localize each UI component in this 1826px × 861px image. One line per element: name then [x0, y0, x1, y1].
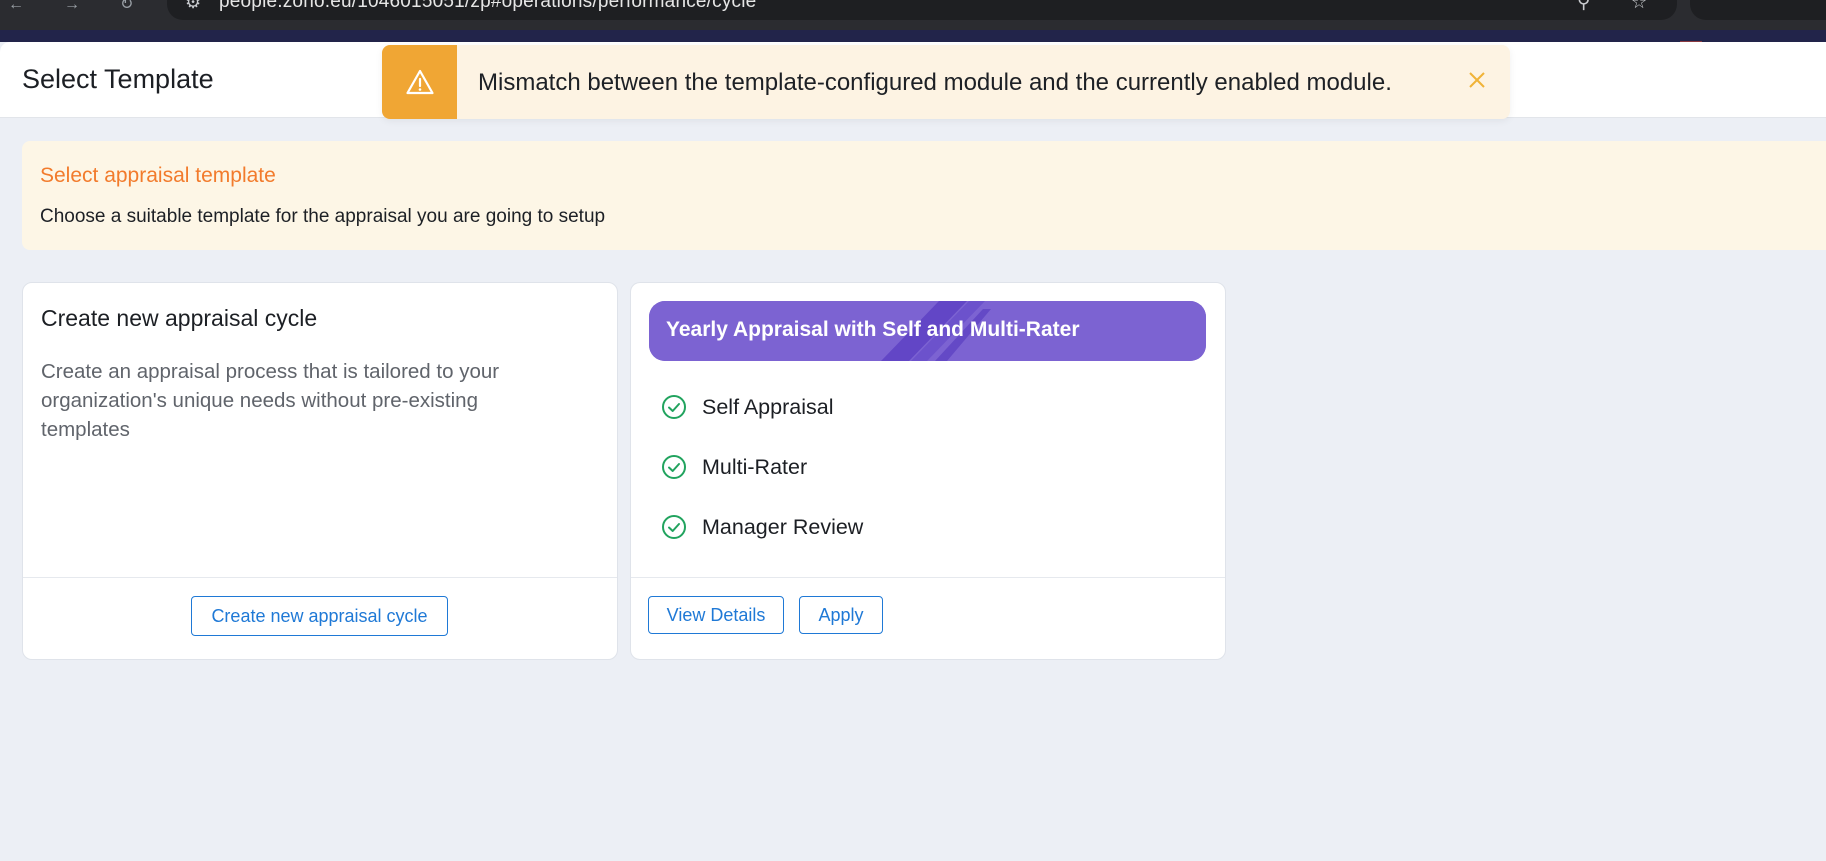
- feature-item: Self Appraisal: [661, 393, 863, 453]
- template-name: Yearly Appraisal with Self and Multi-Rat…: [666, 318, 1080, 341]
- toast-message: Mismatch between the template-configured…: [478, 69, 1392, 96]
- site-info-icon[interactable]: ⚙: [185, 0, 201, 13]
- card-footer: Create new appraisal cycle: [23, 577, 617, 659]
- back-icon[interactable]: ←: [8, 0, 24, 12]
- close-icon[interactable]: [1468, 71, 1486, 89]
- apply-button[interactable]: Apply: [799, 596, 883, 634]
- zoom-icon[interactable]: ⚲: [1577, 0, 1590, 13]
- reload-icon[interactable]: ↻: [120, 0, 133, 12]
- template-card: Yearly Appraisal with Self and Multi-Rat…: [630, 282, 1226, 660]
- browser-toolbar: ← → ↻ ⚙ people.zoho.eu/1046015051/zp#ope…: [0, 0, 1826, 30]
- template-banner: Yearly Appraisal with Self and Multi-Rat…: [649, 301, 1206, 361]
- check-circle-icon: [662, 455, 686, 479]
- info-banner-description: Choose a suitable template for the appra…: [40, 206, 606, 227]
- create-new-cycle-button[interactable]: Create new appraisal cycle: [191, 596, 448, 636]
- address-bar[interactable]: ⚙ people.zoho.eu/1046015051/zp#operation…: [167, 0, 1677, 20]
- check-circle-icon: [662, 395, 686, 419]
- forward-icon[interactable]: →: [64, 0, 80, 12]
- feature-label: Self Appraisal: [702, 395, 834, 419]
- toast-icon-box: [382, 45, 457, 119]
- card-footer: View Details Apply: [631, 577, 1225, 659]
- app-top-strip: [0, 30, 1826, 42]
- bookmark-star-icon[interactable]: ☆: [1631, 0, 1647, 13]
- info-banner-title: Select appraisal template: [40, 164, 276, 187]
- toast-close-button[interactable]: [1460, 63, 1494, 97]
- warning-triangle-icon: [405, 69, 434, 95]
- feature-item: Manager Review: [661, 513, 863, 573]
- page-title: Select Template: [22, 64, 214, 94]
- feature-list: Self Appraisal Multi-Rater Manager Revie…: [661, 393, 863, 573]
- warning-toast: Mismatch between the template-configured…: [382, 45, 1510, 119]
- feature-label: Manager Review: [702, 515, 864, 539]
- info-banner: Select appraisal template Choose a suita…: [22, 141, 1826, 250]
- feature-label: Multi-Rater: [702, 455, 808, 479]
- feature-item: Multi-Rater: [661, 453, 863, 513]
- profile-button[interactable]: [1690, 0, 1826, 20]
- address-text: people.zoho.eu/1046015051/zp#operations/…: [219, 0, 757, 12]
- card-title: Create new appraisal cycle: [41, 305, 318, 331]
- view-details-button[interactable]: View Details: [648, 596, 784, 634]
- card-description: Create an appraisal process that is tail…: [41, 360, 500, 441]
- create-new-cycle-card: Create new appraisal cycle Create an app…: [22, 282, 618, 660]
- check-circle-icon: [662, 515, 686, 539]
